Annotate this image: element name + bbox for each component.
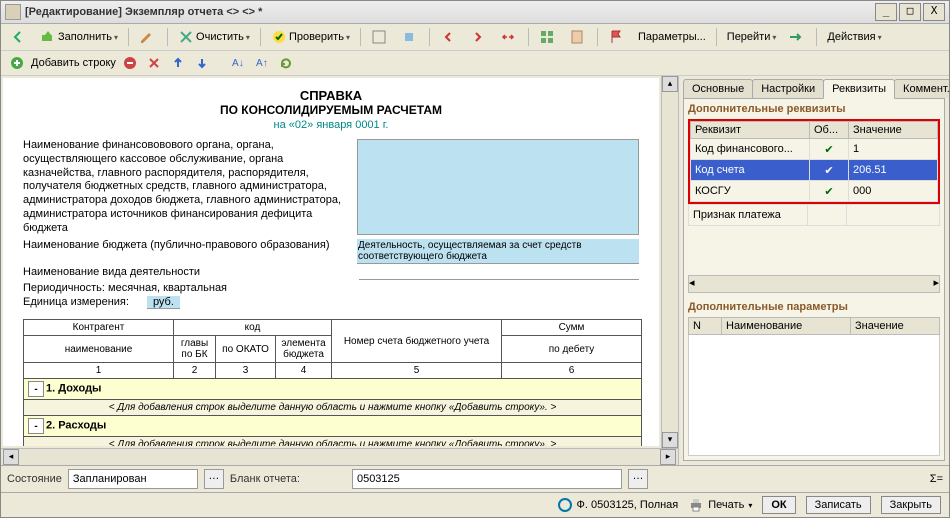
arrow-right-icon[interactable] xyxy=(465,26,493,48)
check-icon: ✔ xyxy=(810,160,849,181)
blank-field[interactable] xyxy=(352,469,622,489)
maximize-button[interactable]: □ xyxy=(899,3,921,21)
up-icon[interactable] xyxy=(168,53,188,73)
params-table: NНаименованиеЗначение xyxy=(688,317,940,335)
arrows-in-icon[interactable] xyxy=(495,26,523,48)
requisites-highlight: РеквизитОб...Значение Код финансового...… xyxy=(688,119,940,204)
down-icon[interactable] xyxy=(192,53,212,73)
sub-toolbar: Добавить строку A↓ A↑ xyxy=(1,51,949,76)
ok-button[interactable]: ОК xyxy=(762,496,795,514)
fill-button[interactable]: Заполнить▾ xyxy=(35,26,123,48)
sigma-label: Σ= xyxy=(930,473,943,485)
flag-icon[interactable] xyxy=(603,26,631,48)
document-area[interactable]: СПРАВКА ПО КОНСОЛИДИРУЕМЫМ РАСЧЕТАМ на «… xyxy=(3,78,659,446)
add-hint-1[interactable]: < Для добавления строк выделите данную о… xyxy=(24,400,642,416)
params-heading: Дополнительные параметры xyxy=(688,301,940,313)
main-toolbar: Заполнить▾ Очистить▾ Проверить▾ Параметр… xyxy=(1,24,949,51)
sort-desc-icon[interactable]: A↑ xyxy=(252,53,272,73)
nav-back-button[interactable] xyxy=(5,26,33,48)
right-tabs: Основные Настройки Реквизиты Коммент... xyxy=(679,76,949,98)
req-row-4[interactable]: Признак платежа xyxy=(689,205,940,226)
main-table: Контрагент код Номер счета бюджетного уч… xyxy=(23,319,642,446)
delete-row-icon[interactable] xyxy=(120,53,140,73)
parameters-button[interactable]: Параметры... xyxy=(633,28,711,46)
status-bar: Состояние … Бланк отчета: … Σ= xyxy=(1,465,949,492)
close-footer-button[interactable]: Закрыть xyxy=(881,496,941,514)
blank-label: Бланк отчета: xyxy=(230,473,300,485)
org-field[interactable] xyxy=(357,139,639,235)
state-picker-button[interactable]: … xyxy=(204,469,224,489)
form-info[interactable]: Ф. 0503125, Полная xyxy=(557,497,679,513)
sort-asc-icon[interactable]: A↓ xyxy=(228,53,248,73)
tab-settings[interactable]: Настройки xyxy=(752,79,824,98)
horizontal-scrollbar[interactable]: ◂ ▸ xyxy=(1,448,678,465)
app-icon xyxy=(5,4,21,20)
section-row-1[interactable]: -1. Доходы xyxy=(24,379,642,400)
activity-field[interactable]: Деятельность, осуществляемая за счет сре… xyxy=(357,239,639,264)
footer-bar: Ф. 0503125, Полная Печать▾ ОК Записать З… xyxy=(1,492,949,517)
unit-label: Единица измерения: xyxy=(23,296,129,309)
tab-main[interactable]: Основные xyxy=(683,79,753,98)
actions-button[interactable]: Действия▾ xyxy=(822,28,886,46)
tool-icon-1[interactable] xyxy=(366,26,394,48)
print-button[interactable]: Печать▾ xyxy=(688,497,752,513)
collapse-icon[interactable]: - xyxy=(28,381,44,397)
check-button[interactable]: Проверить▾ xyxy=(266,26,355,48)
params-empty-area[interactable] xyxy=(688,335,940,456)
save-button[interactable]: Записать xyxy=(806,496,871,514)
collapse-icon[interactable]: - xyxy=(28,418,44,434)
req-row-3[interactable]: КОСГУ✔000 xyxy=(691,181,938,202)
remove-icon[interactable] xyxy=(144,53,164,73)
scroll-up-icon[interactable]: ▴ xyxy=(662,76,678,92)
add-row-label[interactable]: Добавить строку xyxy=(31,57,116,69)
blank-picker-button[interactable]: … xyxy=(628,469,648,489)
arrow-left-icon[interactable] xyxy=(435,26,463,48)
goto-button[interactable]: Перейти▾ xyxy=(722,28,782,46)
scroll-down-icon[interactable]: ▾ xyxy=(662,432,678,448)
requisites-heading: Дополнительные реквизиты xyxy=(688,103,940,115)
tab-requisites[interactable]: Реквизиты xyxy=(823,79,895,99)
edit-icon[interactable] xyxy=(134,26,162,48)
add-hint-2[interactable]: < Для добавления строк выделите данную о… xyxy=(24,437,642,446)
grid-icon[interactable] xyxy=(534,26,562,48)
period-label: Периодичность: месячная, квартальная xyxy=(23,282,639,294)
req-row-2[interactable]: Код счета✔206.51 xyxy=(691,160,938,181)
scroll-left-icon[interactable]: ◂ xyxy=(3,449,19,465)
refresh-icon[interactable] xyxy=(276,53,296,73)
tool-icon-2[interactable] xyxy=(396,26,424,48)
title-bar: [Редактирование] Экземпляр отчета <> <> … xyxy=(1,1,949,24)
clear-button[interactable]: Очистить▾ xyxy=(173,26,255,48)
close-button[interactable]: X xyxy=(923,3,945,21)
state-label: Состояние xyxy=(7,473,62,485)
activity-label: Наименование вида деятельности xyxy=(23,266,351,280)
goto-icon[interactable] xyxy=(783,26,811,48)
doc-title-2: ПО КОНСОЛИДИРУЕМЫМ РАСЧЕТАМ xyxy=(23,103,639,117)
unit-value[interactable]: руб. xyxy=(147,296,180,309)
tab-comment[interactable]: Коммент... xyxy=(894,79,949,98)
check-icon: ✔ xyxy=(810,181,849,202)
budget-label: Наименование бюджета (публично-правового… xyxy=(23,239,349,264)
vertical-scrollbar[interactable]: ▴ ▾ xyxy=(661,76,678,448)
activity-value[interactable] xyxy=(359,266,639,280)
calc-icon[interactable] xyxy=(564,26,592,48)
right-h-scrollbar[interactable]: ◂▸ xyxy=(688,275,940,293)
req-row-1[interactable]: Код финансового...✔1 xyxy=(691,139,938,160)
doc-title-1: СПРАВКА xyxy=(23,88,639,103)
org-label: Наименование финансововового органа, орг… xyxy=(23,139,349,235)
add-row-icon[interactable] xyxy=(7,53,27,73)
doc-date: на «02» января 0001 г. xyxy=(23,119,639,131)
section-row-2[interactable]: -2. Расходы xyxy=(24,416,642,437)
check-icon: ✔ xyxy=(810,139,849,160)
minimize-button[interactable]: _ xyxy=(875,3,897,21)
state-field[interactable] xyxy=(68,469,198,489)
window-title: [Редактирование] Экземпляр отчета <> <> … xyxy=(25,6,873,18)
requisites-table: РеквизитОб...Значение Код финансового...… xyxy=(690,121,938,202)
scroll-right-icon[interactable]: ▸ xyxy=(660,449,676,465)
